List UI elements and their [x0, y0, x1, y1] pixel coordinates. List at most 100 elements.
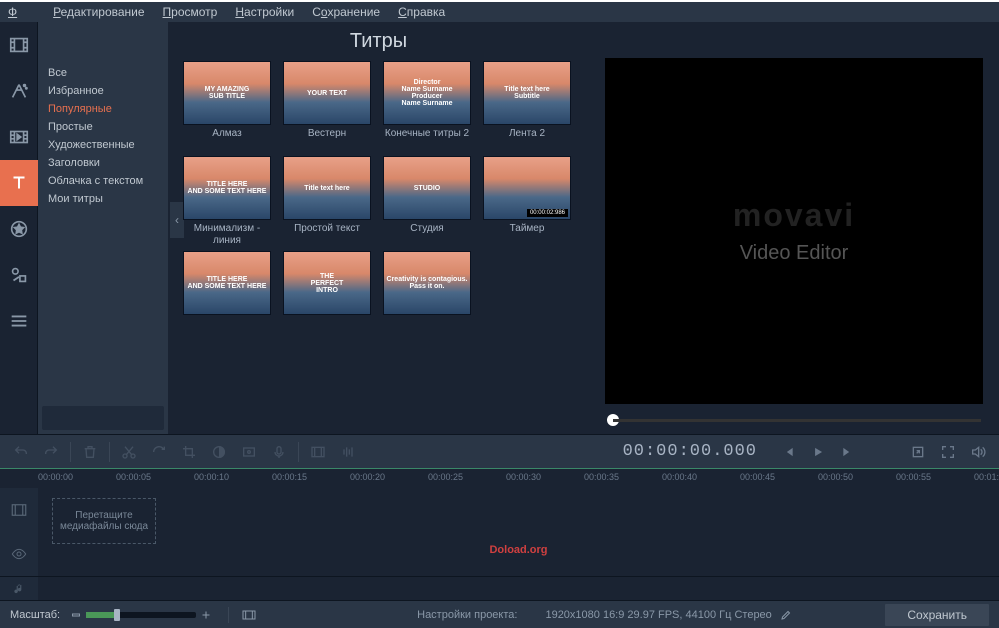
preset-label: Вестерн — [308, 128, 346, 152]
ruler-tick: 00:00:50 — [818, 472, 853, 482]
preset-label: Конечные титры 2 — [385, 128, 469, 152]
zoom-out-icon[interactable] — [70, 609, 82, 621]
dropzone[interactable]: Перетащите медиафайлы сюда — [52, 498, 156, 544]
category-list: ВсеИзбранноеПопулярныеПростыеХудожествен… — [38, 60, 168, 402]
menubar: Ф Редактирование Просмотр Настройки Сохр… — [0, 0, 999, 22]
audio-track-row — [0, 576, 999, 600]
tool-filters[interactable] — [0, 68, 38, 114]
preset-thumb: Title text here — [283, 156, 371, 220]
ruler-tick: 00:00:10 — [194, 472, 229, 482]
title-preset[interactable]: TITLE HEREAND SOME TEXT HERE Минимализм -… — [182, 156, 272, 247]
video-track-icon[interactable] — [0, 488, 38, 532]
category-item[interactable]: Заголовки — [38, 154, 168, 172]
fit-icon[interactable] — [241, 607, 257, 623]
search-box[interactable]: × — [42, 406, 164, 430]
rotate-button[interactable] — [145, 439, 173, 465]
redo-button[interactable] — [37, 439, 65, 465]
zoom-slider[interactable] — [86, 612, 196, 618]
category-item[interactable]: Простые — [38, 118, 168, 136]
prev-frame-button[interactable] — [774, 439, 802, 465]
preset-thumb: THEPERFECTINTRO — [283, 251, 371, 315]
timeline-ruler[interactable]: 00:00:0000:00:0500:00:1000:00:1500:00:20… — [0, 468, 999, 488]
project-settings-value: 1920x1080 16:9 29.97 FPS, 44100 Гц Стере… — [545, 609, 771, 621]
preset-label: Алмаз — [212, 128, 241, 152]
timeline: Перетащите медиафайлы сюда Doload.org — [0, 488, 999, 576]
category-item[interactable]: Популярные — [38, 100, 168, 118]
timeline-body[interactable]: Перетащите медиафайлы сюда Doload.org — [38, 488, 999, 576]
delete-button[interactable] — [76, 439, 104, 465]
preset-label: Минимализм - линия — [182, 223, 272, 247]
title-preset[interactable]: Creativity is contagious.Pass it on. — [382, 251, 472, 342]
zoom-in-icon[interactable] — [200, 609, 212, 621]
ruler-tick: 00:00:55 — [896, 472, 931, 482]
preset-thumb: TITLE HEREAND SOME TEXT HERE — [183, 251, 271, 315]
save-button[interactable]: Сохранить — [885, 604, 989, 626]
color-button[interactable] — [205, 439, 233, 465]
title-preset[interactable]: THEPERFECTINTRO — [282, 251, 372, 342]
category-item[interactable]: Мои титры — [38, 190, 168, 208]
tool-stickers[interactable] — [0, 206, 38, 252]
preset-thumb: DirectorName SurnameProducerName Surname — [383, 61, 471, 125]
menu-file[interactable]: Ф — [8, 5, 35, 19]
tool-transitions[interactable] — [0, 114, 38, 160]
preset-thumb: 00:00:02:986 — [483, 156, 571, 220]
volume-button[interactable] — [964, 439, 992, 465]
preview-seekbar[interactable] — [595, 412, 993, 428]
menu-edit[interactable]: Редактирование — [53, 5, 144, 19]
title-preset[interactable]: YOUR TEXTВестерн — [282, 61, 372, 152]
gallery-prev[interactable]: ‹ — [170, 202, 184, 238]
clip-props-button[interactable] — [235, 439, 263, 465]
preset-thumb: STUDIO — [383, 156, 471, 220]
title-preset[interactable]: MY AMAZINGSUB TITLEАлмаз — [182, 61, 272, 152]
crop-button[interactable] — [175, 439, 203, 465]
preview-panel: movavi Video Editor — [589, 22, 999, 434]
brand-subtitle: Video Editor — [740, 242, 849, 265]
preset-thumb: TITLE HEREAND SOME TEXT HERE — [183, 156, 271, 220]
ruler-tick: 00:01:00 — [974, 472, 999, 482]
ruler-tick: 00:00:25 — [428, 472, 463, 482]
preview-video[interactable]: movavi Video Editor — [605, 58, 983, 404]
category-panel: ВсеИзбранноеПопулярныеПростыеХудожествен… — [38, 22, 168, 434]
undo-button[interactable] — [7, 439, 35, 465]
watermark-text: Doload.org — [489, 544, 547, 556]
edit-project-icon[interactable] — [780, 609, 792, 621]
cut-button[interactable] — [115, 439, 143, 465]
preset-thumb: Creativity is contagious.Pass it on. — [383, 251, 471, 315]
tool-media[interactable] — [0, 22, 38, 68]
preset-label: Таймер — [510, 223, 545, 247]
title-preset[interactable]: Title text hereSubtitleЛента 2 — [482, 61, 572, 152]
title-preset[interactable]: TITLE HEREAND SOME TEXT HERE — [182, 251, 272, 342]
preset-thumb: Title text hereSubtitle — [483, 61, 571, 125]
title-preset[interactable]: 00:00:02:986 Таймер — [482, 156, 572, 247]
menu-settings[interactable]: Настройки — [235, 5, 294, 19]
title-preset[interactable]: Title text hereПростой текст — [282, 156, 372, 247]
tool-titles[interactable] — [0, 160, 38, 206]
category-item[interactable]: Все — [38, 64, 168, 82]
detach-button[interactable] — [904, 439, 932, 465]
play-button[interactable] — [804, 439, 832, 465]
timecode-display: 00:00:00.000 — [623, 442, 757, 461]
menu-save[interactable]: Сохранение — [312, 5, 380, 19]
category-item[interactable]: Художественные — [38, 136, 168, 154]
track-visibility-icon[interactable] — [0, 532, 38, 576]
audio-track-icon[interactable] — [0, 577, 38, 600]
tool-callouts[interactable] — [0, 252, 38, 298]
menu-help[interactable]: Справка — [398, 5, 445, 19]
titles-gallery: Титры ‹ MY AMAZINGSUB TITLEАлмазYOUR TEX… — [168, 22, 589, 434]
title-preset[interactable]: DirectorName SurnameProducerName Surname… — [382, 61, 472, 152]
brand-logo: movavi — [733, 197, 855, 234]
record-button[interactable] — [265, 439, 293, 465]
clip-tools-button[interactable] — [304, 439, 332, 465]
title-preset[interactable]: STUDIOСтудия — [382, 156, 472, 247]
fullscreen-button[interactable] — [934, 439, 962, 465]
audio-tools-button[interactable] — [334, 439, 362, 465]
ruler-tick: 00:00:00 — [38, 472, 73, 482]
category-item[interactable]: Избранное — [38, 82, 168, 100]
project-settings-label: Настройки проекта: — [417, 609, 517, 621]
next-frame-button[interactable] — [834, 439, 862, 465]
bottom-bar: Масштаб: Настройки проекта: 1920x1080 16… — [0, 600, 999, 628]
menu-view[interactable]: Просмотр — [163, 5, 218, 19]
tool-more[interactable] — [0, 298, 38, 344]
category-item[interactable]: Облачка с текстом — [38, 172, 168, 190]
ruler-tick: 00:00:30 — [506, 472, 541, 482]
